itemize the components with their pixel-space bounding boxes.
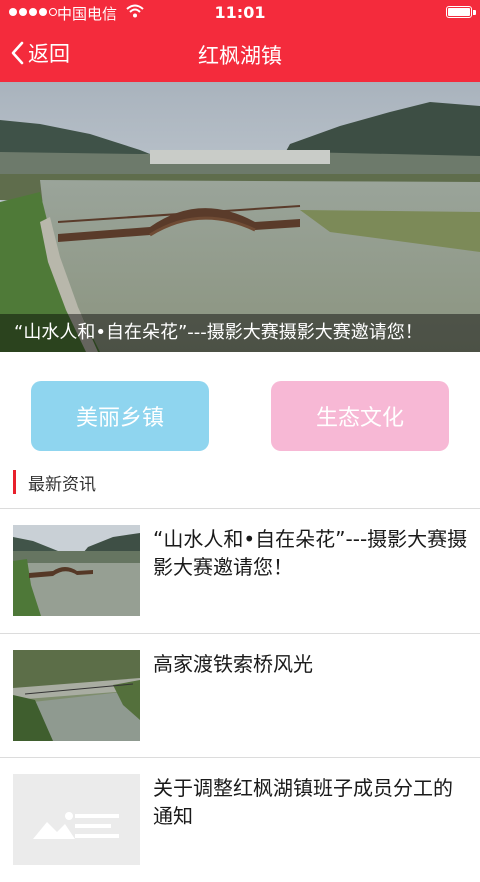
news-thumbnail <box>13 525 140 616</box>
back-button[interactable]: 返回 <box>10 36 70 70</box>
news-list-item[interactable]: “山水人和•自在朵花”---摄影大赛摄影大赛邀请您！ <box>0 509 480 633</box>
news-list-item[interactable]: 高家渡铁索桥风光 <box>0 634 480 758</box>
news-title: 高家渡铁索桥风光 <box>153 652 313 676</box>
section-accent-bar <box>13 470 16 494</box>
news-title: 关于调整红枫湖镇班子成员分工的通知 <box>153 776 453 828</box>
status-time: 11:01 <box>214 3 266 22</box>
banner-caption: “山水人和•自在朵花”---摄影大赛摄影大赛邀请您！ <box>0 314 480 352</box>
section-header: 最新资讯 <box>13 470 96 495</box>
category-button-eco-culture[interactable]: 生态文化 <box>271 381 449 451</box>
category-label: 生态文化 <box>315 406 404 431</box>
battery-tip <box>473 10 476 15</box>
chevron-left-icon <box>11 41 24 65</box>
category-label: 美丽乡镇 <box>75 406 164 431</box>
banner-carousel[interactable]: “山水人和•自在朵花”---摄影大赛摄影大赛邀请您！ <box>0 82 480 352</box>
banner-image <box>0 82 480 352</box>
status-bar: 中国电信 11:01 <box>0 0 480 26</box>
news-thumbnail <box>13 650 140 741</box>
news-title: “山水人和•自在朵花”---摄影大赛摄影大赛邀请您！ <box>153 527 468 579</box>
battery-icon <box>446 6 472 18</box>
page-title: 红枫湖镇 <box>198 44 282 68</box>
news-list-item[interactable]: 关于调整红枫湖镇班子成员分工的通知 <box>0 758 480 882</box>
category-button-beautiful-town[interactable]: 美丽乡镇 <box>31 381 209 451</box>
back-label: 返回 <box>28 42 70 66</box>
image-placeholder-icon <box>13 774 140 865</box>
section-title: 最新资讯 <box>28 474 96 495</box>
top-bar: 中国电信 11:01 返回 红枫湖镇 <box>0 0 480 82</box>
